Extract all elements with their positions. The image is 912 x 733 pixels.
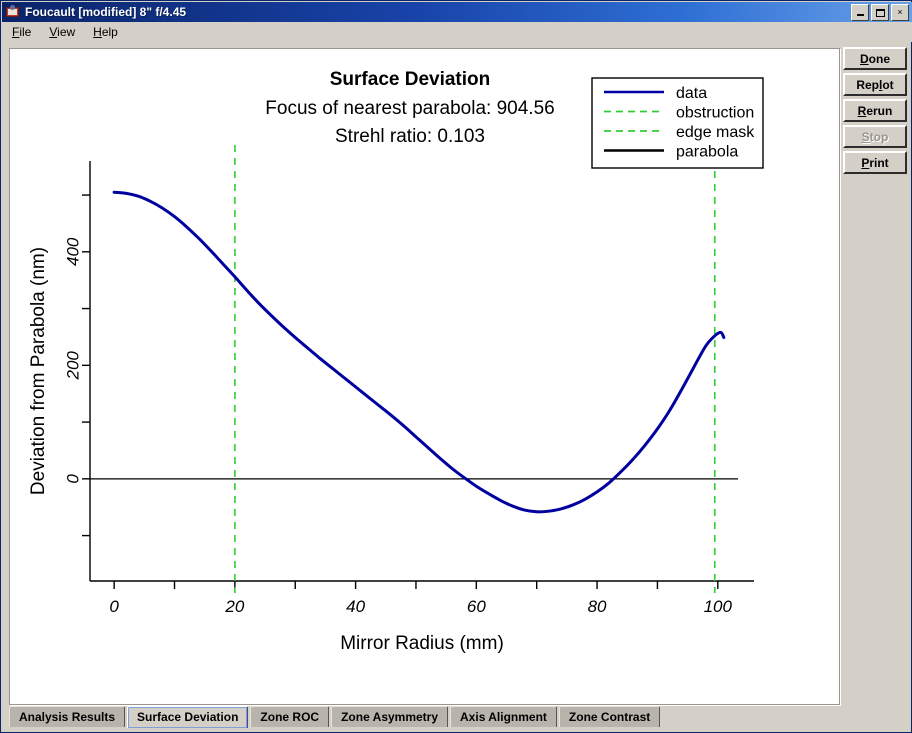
app-window: Foucault [modified] 8" f/4.45 × FileView…	[0, 0, 912, 733]
menu-help[interactable]: Help	[85, 24, 126, 40]
app-icon	[5, 4, 21, 20]
legend-label-obstruction: obstruction	[676, 105, 754, 122]
series-data	[114, 192, 724, 512]
y-axis-title: Deviation from Parabola (nm)	[28, 247, 49, 495]
chart-subtitle-strehl: Strehl ratio: 0.103	[335, 126, 485, 147]
tab-axis-alignment[interactable]: Axis Alignment	[450, 706, 557, 727]
legend-label-parabola: parabola	[676, 144, 738, 161]
window-title: Foucault [modified] 8" f/4.45	[25, 5, 186, 19]
tab-bar: Analysis ResultsSurface DeviationZone RO…	[9, 706, 907, 729]
x-tick-label: 20	[224, 597, 244, 616]
x-tick-label: 100	[704, 597, 733, 616]
chart-title: Surface Deviation	[330, 69, 491, 90]
legend-label-edge-mask: edge mask	[676, 124, 755, 141]
y-tick-label: 400	[63, 237, 82, 266]
close-icon: ×	[892, 5, 908, 20]
y-tick-label: 0	[63, 474, 82, 484]
chart-subtitle-focus: Focus of nearest parabola: 904.56	[265, 98, 554, 119]
window-controls: ×	[851, 4, 909, 21]
close-button[interactable]: ×	[891, 4, 909, 21]
x-axis-title: Mirror Radius (mm)	[340, 633, 504, 654]
replot-button[interactable]: Replot	[843, 73, 907, 96]
stop-button: Stop	[843, 125, 907, 148]
x-tick-label: 40	[346, 597, 365, 616]
title-bar: Foucault [modified] 8" f/4.45 ×	[2, 2, 912, 22]
maximize-button[interactable]	[871, 4, 889, 21]
done-button[interactable]: Done	[843, 47, 907, 70]
surface-deviation-chart: Surface Deviation Focus of nearest parabo…	[10, 49, 839, 704]
tab-zone-roc[interactable]: Zone ROC	[250, 706, 329, 727]
action-button-column: Done Replot Rerun Stop Print	[843, 47, 907, 707]
y-tick-label: 200	[63, 351, 82, 381]
menu-file[interactable]: File	[4, 24, 39, 40]
tab-zone-asymmetry[interactable]: Zone Asymmetry	[331, 706, 448, 727]
tab-surface-deviation[interactable]: Surface Deviation	[127, 706, 248, 728]
x-tick-label: 60	[467, 597, 486, 616]
rerun-button[interactable]: Rerun	[843, 99, 907, 122]
legend-label-data: data	[676, 85, 707, 102]
x-tick-label: 0	[109, 597, 119, 616]
tab-zone-contrast[interactable]: Zone Contrast	[559, 706, 660, 727]
tab-analysis-results[interactable]: Analysis Results	[9, 706, 125, 727]
print-button[interactable]: Print	[843, 151, 907, 174]
menu-view[interactable]: View	[41, 24, 83, 40]
menu-bar: FileViewHelp	[2, 22, 912, 42]
chart-panel: Surface Deviation Focus of nearest parabo…	[9, 48, 840, 705]
x-tick-label: 80	[588, 597, 607, 616]
minimize-button[interactable]	[851, 4, 869, 21]
